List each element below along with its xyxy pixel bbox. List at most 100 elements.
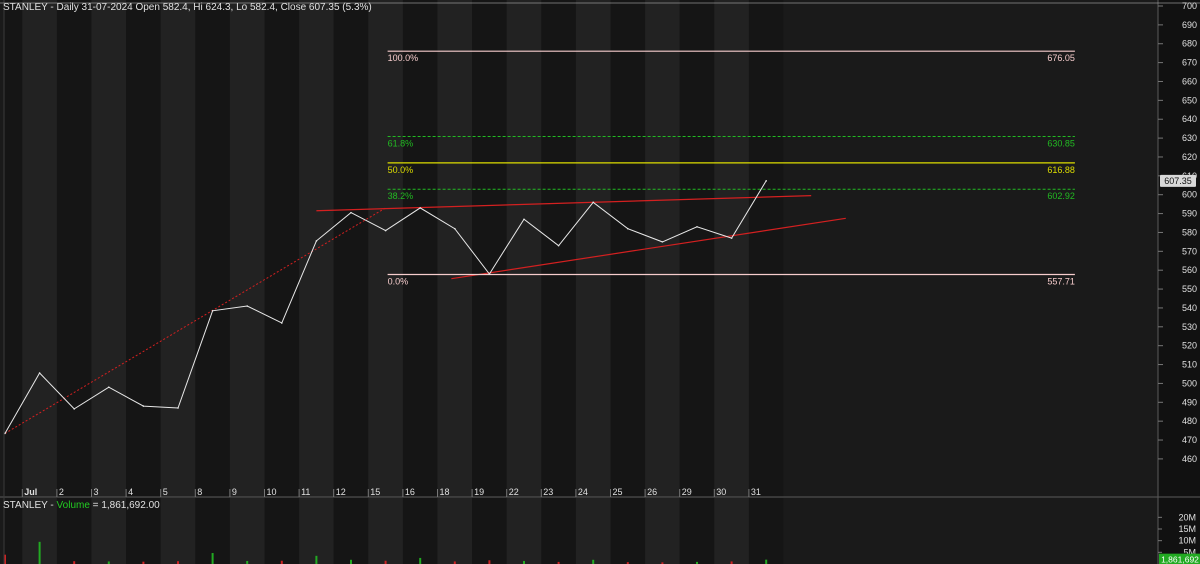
price-point bbox=[627, 227, 629, 230]
price-point bbox=[211, 309, 214, 312]
y-tick-label: 550 bbox=[1182, 284, 1197, 294]
x-tick-label: 24 bbox=[578, 487, 588, 497]
volume-day-band bbox=[610, 498, 646, 564]
price-point bbox=[557, 244, 560, 247]
fib-level-label: 50.0% bbox=[388, 165, 414, 175]
price-point bbox=[38, 372, 41, 374]
day-band bbox=[610, 0, 646, 497]
day-band bbox=[679, 0, 715, 497]
volume-day-band bbox=[645, 498, 680, 564]
price-point bbox=[281, 322, 283, 324]
chart-header-title: STANLEY - Daily 31-07-2024 Open 582.4, H… bbox=[3, 2, 372, 13]
chart-canvas: 100.0% 676.0561.8% 630.8550.0% 616.8838.2% 6… bbox=[0, 0, 1200, 564]
price-point bbox=[73, 408, 75, 410]
day-band bbox=[437, 0, 473, 497]
day-band bbox=[264, 0, 300, 497]
volume-day-band bbox=[748, 498, 784, 564]
volume-bar bbox=[488, 560, 491, 564]
x-tick-label: 15 bbox=[370, 487, 380, 497]
volume-y-tick-label: 15M bbox=[1178, 524, 1196, 534]
x-tick-label: Jul bbox=[24, 487, 37, 497]
price-point bbox=[315, 240, 318, 242]
y-tick-label: 500 bbox=[1182, 378, 1197, 388]
y-tick-label: 480 bbox=[1182, 416, 1197, 426]
y-tick-label: 510 bbox=[1182, 360, 1197, 370]
y-tick-label: 490 bbox=[1182, 397, 1197, 407]
y-tick-label: 460 bbox=[1182, 454, 1197, 464]
y-tick-label: 630 bbox=[1182, 133, 1197, 143]
day-band bbox=[299, 0, 334, 497]
day-band bbox=[333, 0, 369, 497]
day-band bbox=[126, 0, 161, 497]
y-tick-label: 680 bbox=[1182, 39, 1197, 49]
x-tick-label: 31 bbox=[751, 487, 761, 497]
x-tick-label: 30 bbox=[716, 487, 726, 497]
price-point bbox=[384, 229, 387, 232]
y-tick-label: 540 bbox=[1182, 303, 1197, 313]
x-tick-label: 11 bbox=[301, 487, 310, 497]
day-band bbox=[575, 0, 611, 497]
volume-day-band bbox=[402, 498, 438, 564]
fib-price-label: 616.88 bbox=[1047, 165, 1075, 175]
y-tick-label: 640 bbox=[1182, 114, 1197, 124]
day-band bbox=[368, 0, 403, 497]
day-band bbox=[22, 0, 57, 497]
volume-day-band bbox=[575, 498, 611, 564]
volume-day-band bbox=[160, 498, 196, 564]
price-point bbox=[419, 207, 422, 209]
y-tick-label: 660 bbox=[1182, 76, 1197, 86]
volume-label: Volume bbox=[56, 500, 90, 511]
price-point bbox=[592, 201, 594, 204]
volume-day-band bbox=[437, 498, 473, 564]
volume-day-band bbox=[333, 498, 369, 564]
volume-y-tick-label: 20M bbox=[1178, 512, 1196, 522]
day-band bbox=[229, 0, 265, 497]
volume-day-band bbox=[472, 498, 507, 564]
volume-bar bbox=[350, 559, 352, 564]
volume-bar bbox=[211, 553, 214, 564]
y-tick-label: 620 bbox=[1182, 152, 1197, 162]
volume-y-tick-label: 10M bbox=[1178, 536, 1196, 546]
volume-day-band bbox=[714, 498, 749, 564]
fib-level-label: 61.8% bbox=[388, 138, 414, 148]
x-tick-label: 8 bbox=[197, 487, 202, 497]
fib-price-label: 676.05 bbox=[1047, 53, 1075, 63]
x-tick-label: 16 bbox=[405, 487, 415, 497]
fib-level-label: 100.0% bbox=[388, 53, 419, 63]
day-bands bbox=[0, 0, 1200, 564]
price-point bbox=[730, 237, 733, 239]
price-point bbox=[523, 218, 525, 221]
x-tick-label: 9 bbox=[232, 487, 237, 497]
volume-bar bbox=[315, 555, 318, 564]
volume-day-band bbox=[541, 498, 576, 564]
x-tick-label: 23 bbox=[543, 487, 553, 497]
x-tick-label: 4 bbox=[128, 487, 133, 497]
volume-sep: - bbox=[47, 500, 57, 511]
price-point bbox=[108, 386, 110, 388]
day-band bbox=[402, 0, 438, 497]
y-tick-label: 700 bbox=[1182, 1, 1197, 11]
x-tick-label: 10 bbox=[267, 487, 277, 497]
volume-value: 1,861,692.00 bbox=[101, 500, 160, 511]
x-tick-label: 2 bbox=[59, 487, 64, 497]
day-band bbox=[506, 0, 542, 497]
volume-day-band bbox=[506, 498, 542, 564]
day-band bbox=[472, 0, 507, 497]
volume-day-band bbox=[299, 498, 334, 564]
fib-level-label: 0.0% bbox=[388, 277, 409, 287]
volume-day-band bbox=[368, 498, 403, 564]
day-band bbox=[714, 0, 749, 497]
y-tick-label: 470 bbox=[1182, 435, 1197, 445]
day-band bbox=[91, 0, 127, 497]
price-point bbox=[142, 405, 145, 407]
volume-bar bbox=[419, 557, 422, 564]
volume-eq: = bbox=[89, 500, 102, 511]
x-tick-label: 22 bbox=[509, 487, 519, 497]
price-point bbox=[350, 211, 352, 214]
volume-bar bbox=[38, 541, 41, 564]
x-tick-label: 5 bbox=[163, 487, 168, 497]
x-tick-label: 18 bbox=[440, 487, 450, 497]
price-point bbox=[488, 273, 491, 275]
y-tick-label: 580 bbox=[1182, 227, 1197, 237]
fib-price-label: 557.71 bbox=[1047, 277, 1075, 287]
